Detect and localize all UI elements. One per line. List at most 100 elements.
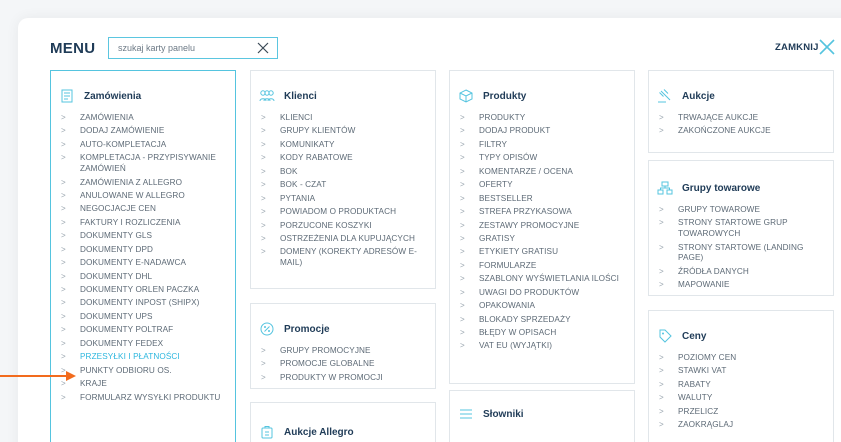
menu-item[interactable]: > STRONY STARTOWE GRUP TOWAROWYCH: [659, 218, 833, 240]
menu-item[interactable]: > DOKUMENTY GLS: [61, 231, 235, 242]
menu-item[interactable]: > DOKUMENTY UPS: [61, 312, 235, 323]
menu-item[interactable]: > NEGOCJACJE CEN: [61, 204, 235, 215]
menu-item[interactable]: > UWAGI DO PRODUKTÓW: [460, 288, 634, 299]
menu-item[interactable]: > KRAJE: [61, 379, 235, 390]
menu-item[interactable]: > POZIOMY CEN: [659, 353, 833, 364]
menu-item[interactable]: > ANULOWANE W ALLEGRO: [61, 191, 235, 202]
menu-item[interactable]: > PRODUKTY: [460, 113, 634, 124]
percent-icon: [259, 321, 275, 337]
menu-item[interactable]: > FORMULARZE: [460, 261, 634, 272]
menu-item[interactable]: > FAKTURY I ROZLICZENIA: [61, 218, 235, 229]
menu-item[interactable]: > DOKUMENTY POLTRAF: [61, 325, 235, 336]
menu-item[interactable]: > PROMOCJE GLOBALNE: [261, 359, 435, 370]
menu-item[interactable]: > ŹRÓDŁA DANYCH: [659, 267, 833, 278]
menu-item[interactable]: > PRZELICZ: [659, 407, 833, 418]
menu-item[interactable]: > GRUPY PROMOCYJNE: [261, 346, 435, 357]
clear-search-icon[interactable]: [255, 40, 271, 56]
menu-item[interactable]: > KOMUNIKATY: [261, 140, 435, 151]
menu-item[interactable]: > BLOKADY SPRZEDAŻY: [460, 315, 634, 326]
chevron-right-icon: >: [460, 247, 465, 257]
menu-item[interactable]: > DOKUMENTY ORLEN PACZKA: [61, 285, 235, 296]
menu-item[interactable]: > ZESTAWY PROMOCYJNE: [460, 221, 634, 232]
card-aukcje: Aukcje > TRWAJĄCE AUKCJE > ZAKOŃCZONE AUKCJ…: [648, 70, 834, 153]
menu-item[interactable]: > FORMULARZ WYSYŁKI PRODUKTU: [61, 393, 235, 404]
menu-item[interactable]: > KOMENTARZE / OCENA: [460, 167, 634, 178]
chevron-right-icon: >: [659, 266, 664, 276]
menu-item[interactable]: > DOKUMENTY DHL: [61, 272, 235, 283]
menu-item[interactable]: > OPAKOWANIA: [460, 301, 634, 312]
menu-item[interactable]: > DOKUMENTY E-NADAWCA: [61, 258, 235, 269]
card-title: Aukcje Allegro: [284, 426, 354, 438]
menu-item[interactable]: > BESTSELLER: [460, 194, 634, 205]
menu-item-label: OPAKOWANIA: [479, 301, 536, 311]
menu-title: MENU: [50, 40, 96, 57]
menu-item[interactable]: > TRWAJĄCE AUKCJE: [659, 113, 833, 124]
menu-item-label: KODY RABATOWE: [280, 153, 353, 163]
menu-item[interactable]: > DODAJ PRODUKT: [460, 126, 634, 137]
menu-item-label: STREFA PRZYKASOWA: [479, 207, 572, 217]
menu-item[interactable]: > STRONY STARTOWE (LANDING PAGE): [659, 243, 833, 265]
menu-item[interactable]: > WALUTY: [659, 393, 833, 404]
chevron-right-icon: >: [261, 193, 266, 203]
menu-item[interactable]: > VAT EU (WYJĄTKI): [460, 341, 634, 352]
menu-item[interactable]: > DOKUMENTY DPD: [61, 245, 235, 256]
menu-item[interactable]: > STREFA PRZYKASOWA: [460, 207, 634, 218]
card-ceny: Ceny > POZIOMY CEN > STAWKI VAT > RABATY > WALU…: [648, 310, 834, 442]
menu-item[interactable]: > ZAKOŃCZONE AUKCJE: [659, 126, 833, 137]
card-title: Zamówienia: [84, 90, 142, 102]
menu-item-label: ZAKOŃCZONE AUKCJE: [678, 126, 771, 136]
search-input[interactable]: [109, 43, 249, 53]
menu-item[interactable]: > DOKUMENTY INPOST (SHIPX): [61, 298, 235, 309]
menu-item-label: PROMOCJE GLOBALNE: [280, 359, 375, 369]
chevron-right-icon: >: [61, 231, 66, 241]
menu-item[interactable]: > KODY RABATOWE: [261, 153, 435, 164]
menu-item[interactable]: > OFERTY: [460, 180, 634, 191]
allegro-icon: [259, 424, 275, 440]
menu-item[interactable]: > BOK - CZAT: [261, 180, 435, 191]
menu-item[interactable]: > KOMPLETACJA - PRZYPISYWANIE ZAMÓWIEŃ: [61, 153, 235, 175]
close-button-label[interactable]: ZAMKNIJ: [775, 42, 819, 53]
chevron-right-icon: >: [659, 379, 664, 389]
menu-item[interactable]: > GRATISY: [460, 234, 634, 245]
menu-item-label: KOMENTARZE / OCENA: [479, 166, 573, 176]
menu-item[interactable]: > PYTANIA: [261, 194, 435, 205]
menu-item[interactable]: > PUNKTY ODBIORU OS.: [61, 366, 235, 377]
menu-item[interactable]: > PORZUCONE KOSZYKI: [261, 221, 435, 232]
chevron-right-icon: >: [261, 207, 266, 217]
menu-item[interactable]: > FILTRY: [460, 140, 634, 151]
menu-item[interactable]: > PRODUKTY W PROMOCJI: [261, 373, 435, 384]
menu-item[interactable]: > ZAMÓWIENIA: [61, 113, 235, 124]
search-box[interactable]: [108, 37, 278, 59]
menu-item[interactable]: > ZAOKRĄGLAJ: [659, 420, 833, 431]
menu-item[interactable]: > ZAMÓWIENIA Z ALLEGRO: [61, 178, 235, 189]
menu-item[interactable]: > DOMENY (KOREKTY ADRESÓW E- MAIL): [261, 247, 435, 269]
menu-item[interactable]: > MAPOWANIE: [659, 280, 833, 291]
menu-item[interactable]: > GRUPY TOWAROWE: [659, 205, 833, 216]
menu-item-label: PRODUKTY W PROMOCJI: [280, 372, 383, 382]
close-icon[interactable]: [818, 38, 836, 56]
menu-item[interactable]: > POWIADOM O PRODUKTACH: [261, 207, 435, 218]
chevron-right-icon: >: [460, 193, 465, 203]
menu-item[interactable]: > ETYKIETY GRATISU: [460, 247, 634, 258]
menu-item[interactable]: > DOKUMENTY FEDEX: [61, 339, 235, 350]
menu-item-label: PRODUKTY: [479, 113, 526, 122]
menu-item[interactable]: > BOK: [261, 167, 435, 178]
menu-item-label: KRAJE: [80, 379, 107, 389]
menu-item[interactable]: > KLIENCI: [261, 113, 435, 124]
chevron-right-icon: >: [460, 260, 465, 270]
menu-item[interactable]: > DODAJ ZAMÓWIENIE: [61, 126, 235, 137]
menu-item[interactable]: > STAWKI VAT: [659, 366, 833, 377]
menu-item[interactable]: > TYPY OPISÓW: [460, 153, 634, 164]
item-list: > POZIOMY CEN > STAWKI VAT > RABATY > WALUTY > PR…: [649, 353, 833, 431]
chevron-right-icon: >: [659, 353, 664, 362]
card-grupy-towarowe: Grupy towarowe > GRUPY TOWAROWE > STRONY ST…: [648, 160, 834, 296]
menu-item[interactable]: > BŁĘDY W OPISACH: [460, 328, 634, 339]
menu-item[interactable]: > AUTO-KOMPLETACJA: [61, 140, 235, 151]
menu-item-label: ZAMÓWIENIA Z ALLEGRO: [80, 177, 183, 187]
item-list: > KLIENCI > GRUPY KLIENTÓW > KOMUNIKATY > KODY …: [251, 113, 435, 269]
menu-item[interactable]: > PRZESYŁKI I PŁATNOŚCI: [61, 352, 235, 363]
menu-item[interactable]: > SZABLONY WYŚWIETLANIA ILOŚCI: [460, 274, 634, 285]
menu-item[interactable]: > RABATY: [659, 380, 833, 391]
menu-item[interactable]: > GRUPY KLIENTÓW: [261, 126, 435, 137]
menu-item[interactable]: > OSTRZEŻENIA DLA KUPUJĄCYCH: [261, 234, 435, 245]
